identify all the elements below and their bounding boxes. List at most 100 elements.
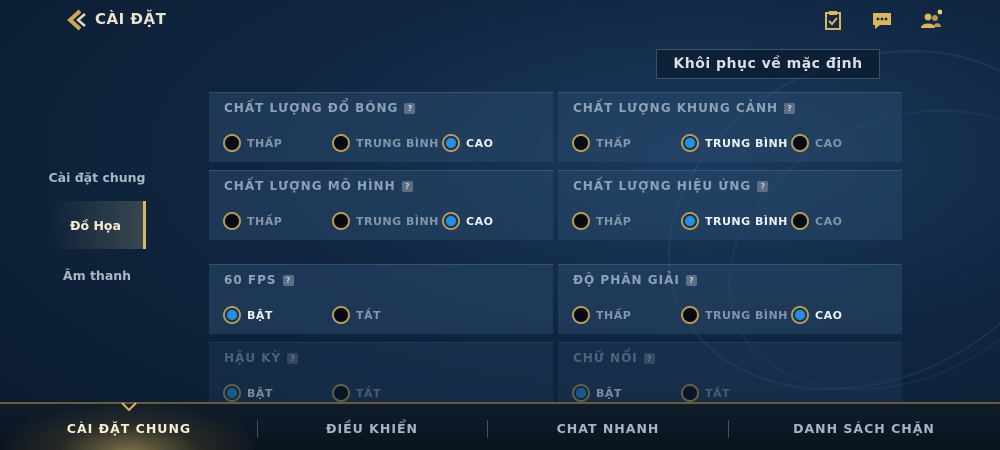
radio-icon	[332, 384, 350, 402]
help-icon[interactable]: ?	[784, 102, 796, 114]
option-label: CAO	[815, 308, 843, 322]
option-label: TẮT	[705, 386, 731, 400]
radio-icon	[223, 212, 241, 230]
resolution-panel: ĐỘ PHÂN GIẢI? THẤP TRUNG BÌNH CAO	[558, 264, 902, 334]
option-high[interactable]: CAO	[791, 306, 842, 324]
effect-quality-panel: CHẤT LƯỢNG HIỆU ỨNG? THẤP TRUNG BÌNH CAO	[558, 170, 902, 240]
option-medium[interactable]: TRUNG BÌNH	[332, 212, 439, 230]
option-label: BẬT	[247, 386, 273, 400]
nav-item-label: Đồ Họa	[70, 217, 121, 233]
tab-divider	[728, 420, 729, 438]
option-label: CAO	[815, 136, 843, 150]
reset-defaults-button[interactable]: Khôi phục về mặc định	[656, 49, 880, 79]
option-label: THẤP	[596, 136, 632, 150]
option-low[interactable]: THẤP	[223, 212, 282, 230]
option-off[interactable]: TẮT	[332, 306, 381, 324]
option-label: CAO	[815, 214, 843, 228]
panel-title: 60 FPS	[224, 273, 277, 287]
option-label: TRUNG BÌNH	[705, 308, 788, 322]
option-high[interactable]: CAO	[442, 134, 493, 152]
radio-icon	[681, 306, 699, 324]
active-tab-caret-icon	[121, 402, 137, 411]
option-off[interactable]: TẮT	[681, 384, 730, 402]
option-label: BẬT	[596, 386, 622, 400]
radio-selected-icon	[681, 212, 699, 230]
option-on[interactable]: BẬT	[223, 384, 273, 402]
chat-icon[interactable]	[871, 9, 893, 31]
help-icon[interactable]: ?	[404, 102, 416, 114]
checklist-icon[interactable]	[822, 9, 844, 31]
help-icon[interactable]: ?	[282, 274, 294, 286]
nav-item-general[interactable]: Cài đặt chung	[48, 153, 146, 201]
option-label: THẤP	[247, 214, 283, 228]
option-medium[interactable]: TRUNG BÌNH	[681, 306, 788, 324]
help-icon[interactable]: ?	[287, 352, 299, 364]
radio-selected-icon	[791, 306, 809, 324]
radio-selected-icon	[223, 306, 241, 324]
option-label: TẮT	[356, 308, 382, 322]
nav-item-label: Cài đặt chung	[48, 169, 146, 185]
option-label: THẤP	[247, 136, 283, 150]
radio-selected-icon	[442, 212, 460, 230]
option-low[interactable]: THẤP	[572, 306, 631, 324]
radio-icon	[332, 212, 350, 230]
radio-selected-icon	[572, 384, 590, 402]
option-label: CAO	[466, 136, 494, 150]
friends-icon[interactable]	[920, 9, 942, 31]
help-icon[interactable]: ?	[643, 352, 655, 364]
option-low[interactable]: THẤP	[572, 212, 631, 230]
tab-label: DANH SÁCH CHẶN	[793, 420, 935, 436]
option-off[interactable]: TẮT	[332, 384, 381, 402]
panel-title: HẬU KỲ	[224, 351, 282, 365]
radio-icon	[223, 134, 241, 152]
help-icon[interactable]: ?	[685, 274, 697, 286]
panel-title: CHẤT LƯỢNG KHUNG CẢNH	[573, 101, 779, 115]
panel-title: CHỮ NỔI	[573, 351, 638, 365]
option-low[interactable]: THẤP	[572, 134, 631, 152]
option-label: THẤP	[596, 214, 632, 228]
radio-icon	[791, 212, 809, 230]
tab-quick-chat[interactable]: CHAT NHANH	[483, 404, 733, 450]
option-medium[interactable]: TRUNG BÌNH	[681, 134, 788, 152]
option-label: TRUNG BÌNH	[705, 136, 788, 150]
help-icon[interactable]: ?	[401, 180, 413, 192]
nav-item-label: Âm thanh	[62, 267, 132, 283]
radio-selected-icon	[681, 134, 699, 152]
panel-title: CHẤT LƯỢNG MÔ HÌNH	[224, 179, 396, 193]
fps-panel: 60 FPS? BẬT TẮT	[209, 264, 553, 334]
option-high[interactable]: CAO	[791, 134, 842, 152]
option-label: BẬT	[247, 308, 273, 322]
option-on[interactable]: BẬT	[223, 306, 273, 324]
radio-icon	[791, 134, 809, 152]
option-label: CAO	[466, 214, 494, 228]
option-label: THẤP	[596, 308, 632, 322]
panel-title: CHẤT LƯỢNG ĐỔ BÓNG	[224, 101, 399, 115]
tab-block-list[interactable]: DANH SÁCH CHẶN	[739, 404, 989, 450]
nav-item-sound[interactable]: Âm thanh	[48, 251, 146, 299]
tab-label: CÀI ĐẶT CHUNG	[66, 420, 192, 436]
option-label: TRUNG BÌNH	[356, 214, 439, 228]
radio-icon	[572, 212, 590, 230]
bottom-tab-bar: CÀI ĐẶT CHUNG ĐIỀU KHIỂN CHAT NHANH DANH…	[0, 402, 1000, 450]
option-label: TRUNG BÌNH	[705, 214, 788, 228]
option-low[interactable]: THẤP	[223, 134, 282, 152]
radio-icon	[332, 306, 350, 324]
nav-item-graphics[interactable]: Đồ Họa	[48, 201, 146, 249]
panel-title: ĐỘ PHÂN GIẢI	[573, 273, 680, 287]
option-on[interactable]: BẬT	[572, 384, 622, 402]
tab-controls[interactable]: ĐIỀU KHIỂN	[247, 404, 497, 450]
shadow-quality-panel: CHẤT LƯỢNG ĐỔ BÓNG? THẤP TRUNG BÌNH CAO	[209, 92, 553, 162]
help-icon[interactable]: ?	[757, 180, 769, 192]
option-high[interactable]: CAO	[442, 212, 493, 230]
option-high[interactable]: CAO	[791, 212, 842, 230]
option-medium[interactable]: TRUNG BÌNH	[681, 212, 788, 230]
option-label: TRUNG BÌNH	[356, 136, 439, 150]
radio-icon	[681, 384, 699, 402]
option-medium[interactable]: TRUNG BÌNH	[332, 134, 439, 152]
radio-selected-icon	[442, 134, 460, 152]
back-icon[interactable]	[66, 9, 88, 31]
radio-icon	[572, 134, 590, 152]
model-quality-panel: CHẤT LƯỢNG MÔ HÌNH? THẤP TRUNG BÌNH CAO	[209, 170, 553, 240]
tab-label: ĐIỀU KHIỂN	[326, 420, 418, 436]
scenery-quality-panel: CHẤT LƯỢNG KHUNG CẢNH? THẤP TRUNG BÌNH C…	[558, 92, 902, 162]
